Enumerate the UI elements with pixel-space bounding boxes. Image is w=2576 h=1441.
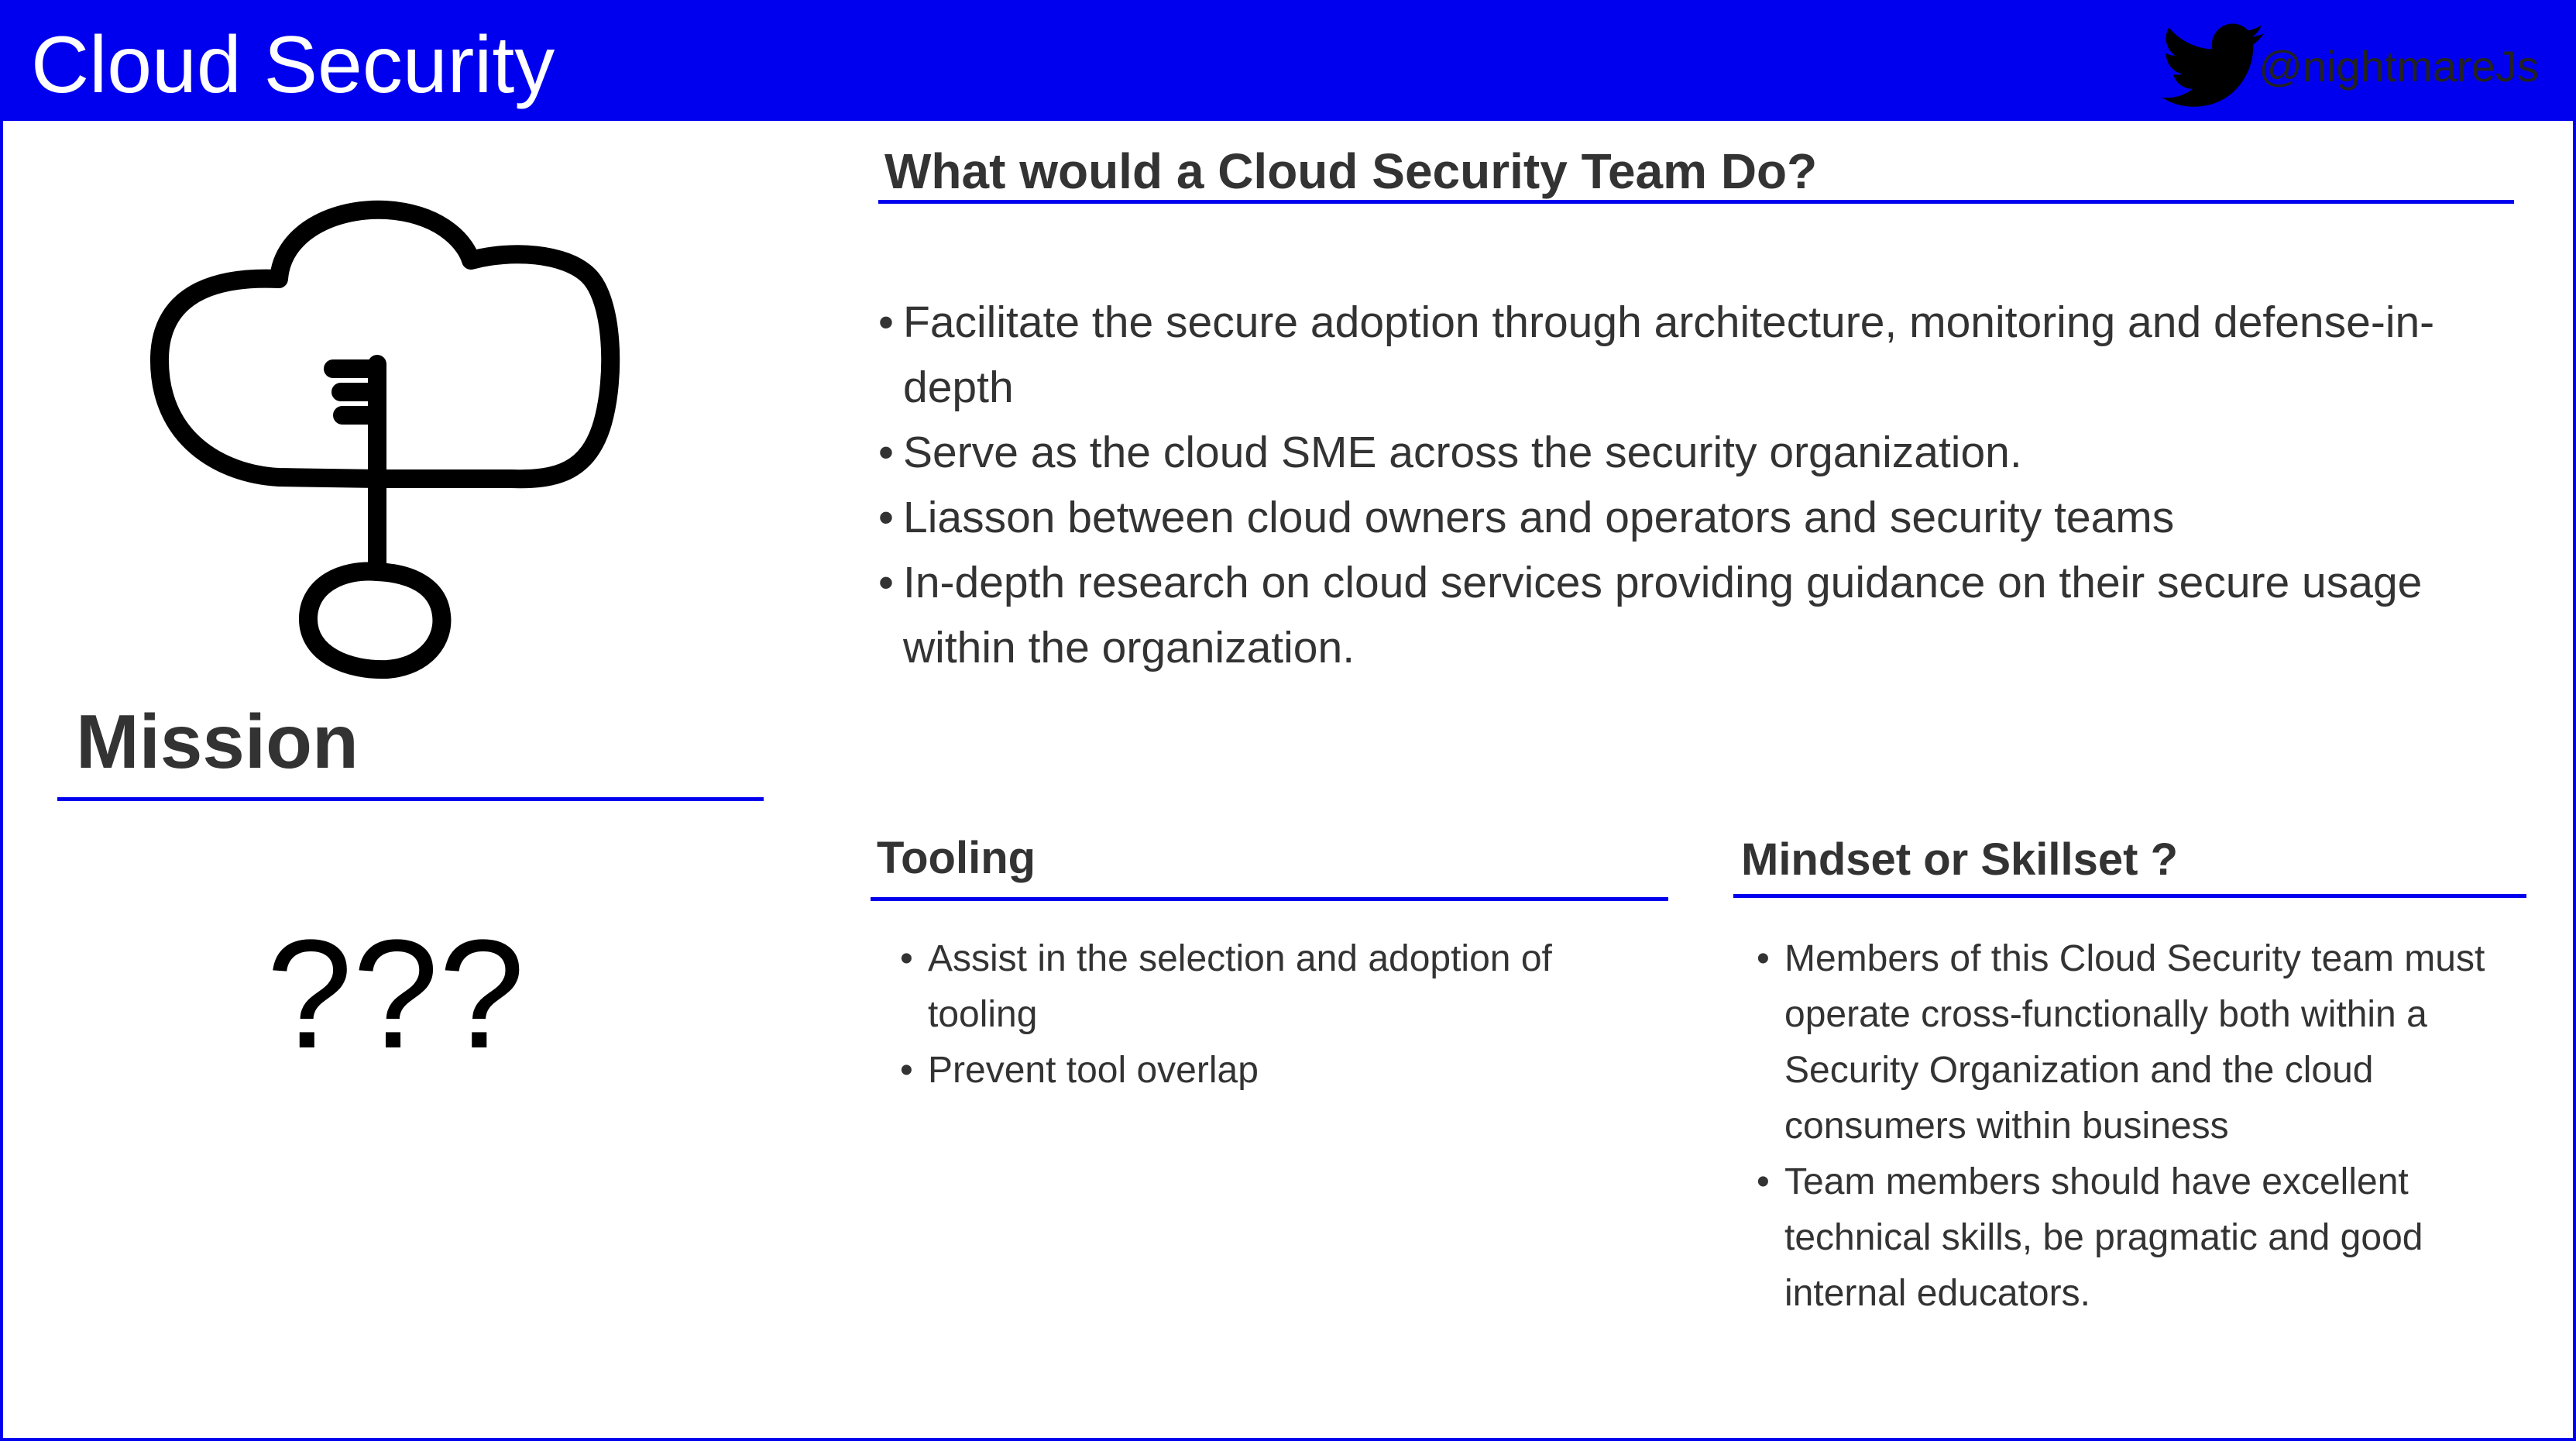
list-item: Team members should have excellent techn… — [1757, 1154, 2531, 1322]
list-item: In-depth research on cloud services prov… — [878, 550, 2520, 680]
list-item: Serve as the cloud SME across the securi… — [878, 420, 2520, 485]
tooling-list: Assist in the selection and adoption of … — [900, 931, 1628, 1099]
header-bar: Cloud Security @nightmareJs — [3, 3, 2573, 121]
list-item: Assist in the selection and adoption of … — [900, 931, 1628, 1043]
slide-frame: Cloud Security @nightmareJs Mission ??? … — [0, 0, 2576, 1441]
list-item: Facilitate the secure adoption through a… — [878, 290, 2520, 420]
mission-divider — [57, 797, 764, 801]
twitter-bird-icon — [2162, 23, 2265, 107]
twitter-handle: @nightmareJs — [2258, 41, 2539, 91]
mindset-section-title: Mindset or Skillset ? — [1741, 834, 2178, 885]
tooling-section-title: Tooling — [877, 833, 1036, 883]
mission-title: Mission — [76, 699, 359, 784]
team-section-divider — [878, 200, 2514, 204]
mindset-list: Members of this Cloud Security team must… — [1757, 931, 2531, 1322]
team-section-title: What would a Cloud Security Team Do? — [884, 143, 1818, 199]
cloud-key-icon — [149, 200, 620, 679]
slide-title: Cloud Security — [31, 20, 555, 110]
team-responsibilities-list: Facilitate the secure adoption through a… — [878, 290, 2520, 680]
list-item: Members of this Cloud Security team must… — [1757, 931, 2531, 1154]
tooling-section-divider — [871, 897, 1668, 901]
mindset-section-divider — [1733, 894, 2526, 898]
twitter-handle-group[interactable]: @nightmareJs — [2161, 23, 2539, 108]
list-item: Liasson between cloud owners and operato… — [878, 485, 2520, 550]
mission-text: ??? — [266, 908, 525, 1081]
list-item: Prevent tool overlap — [900, 1043, 1628, 1099]
